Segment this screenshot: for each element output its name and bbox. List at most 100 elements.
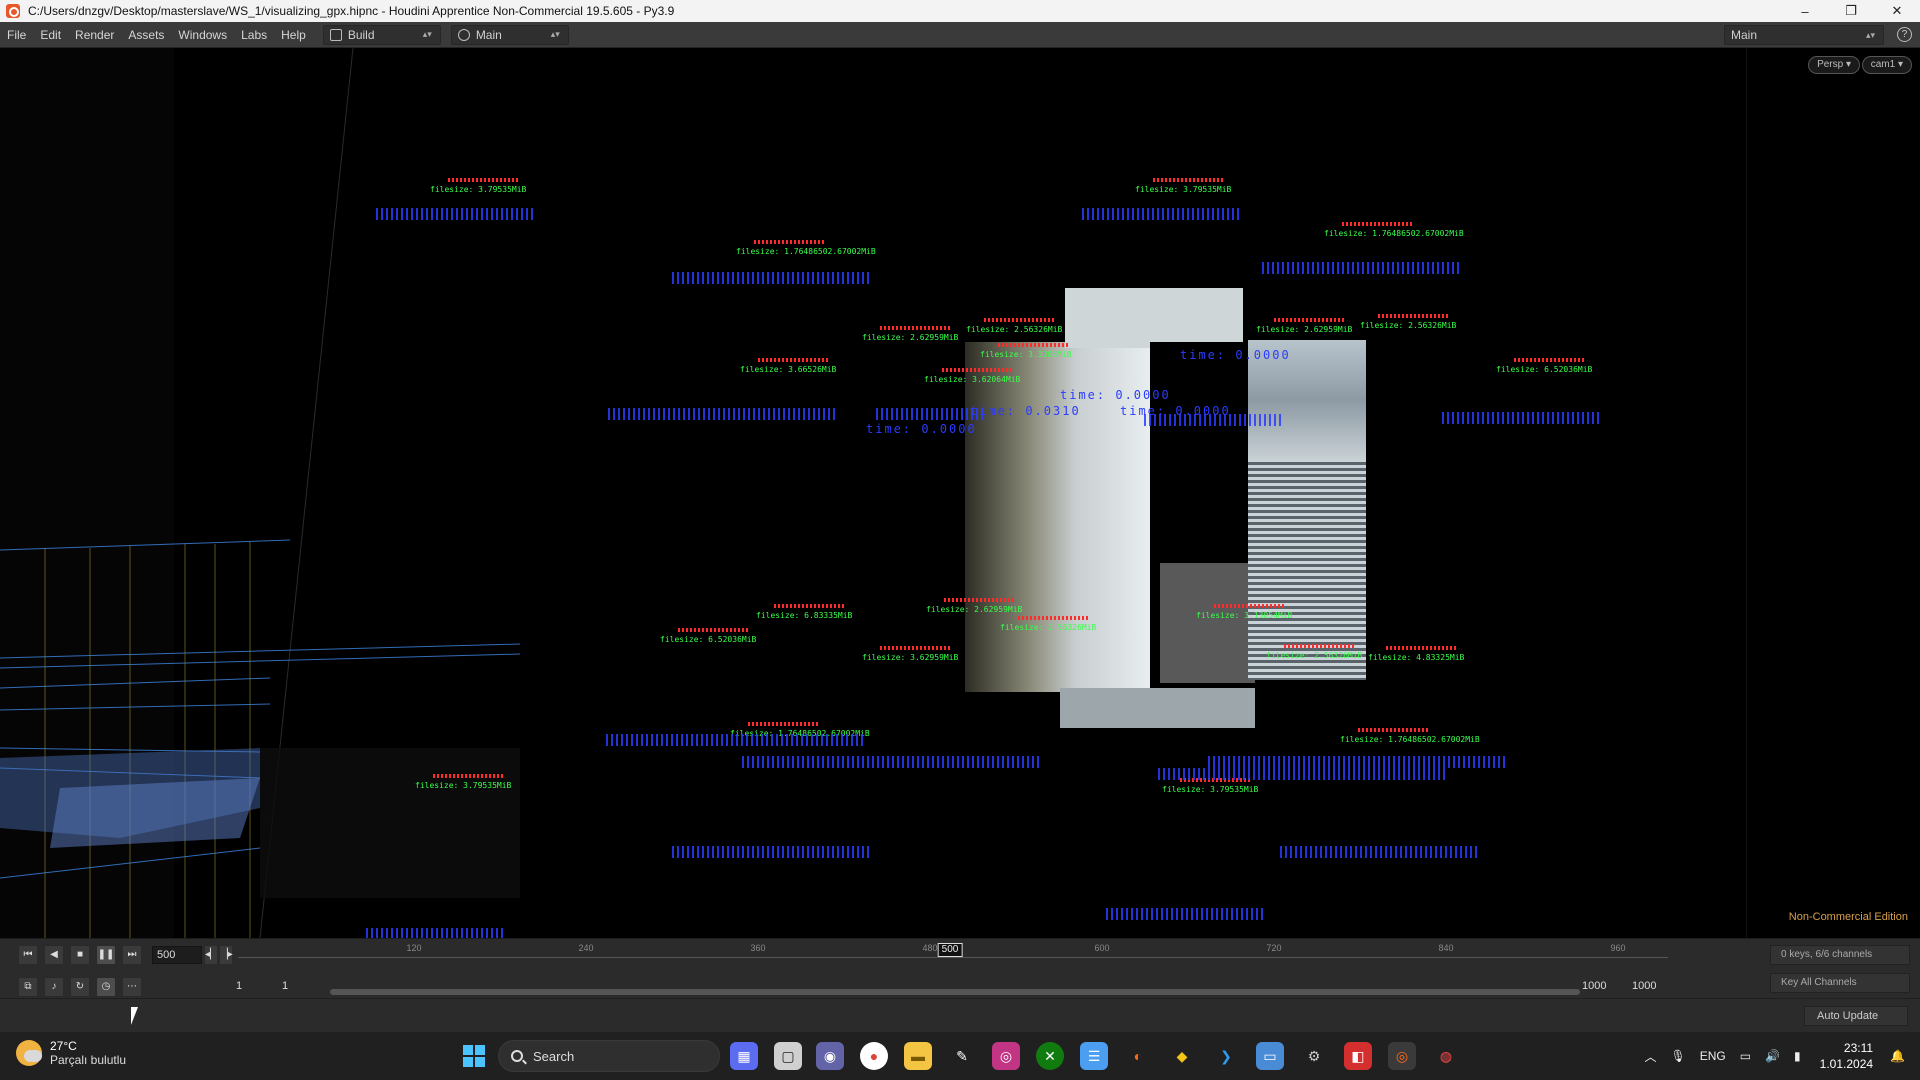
stop-button[interactable]: ■ <box>70 945 90 965</box>
current-frame-field[interactable]: 500 <box>152 946 202 964</box>
filesize-label: filesize: 2.56326MiB <box>1360 314 1456 330</box>
shelf-main-select[interactable]: Main ▴▾ <box>1724 25 1884 45</box>
settings-icon[interactable]: ⚙ <box>1300 1042 1328 1070</box>
file-explorer-icon[interactable]: ▬ <box>904 1042 932 1070</box>
windows-start-icon[interactable] <box>460 1042 488 1070</box>
battery-icon[interactable]: ▮ <box>1794 1049 1801 1063</box>
clock-icon[interactable]: ◷ <box>96 977 116 997</box>
chevron-up-icon[interactable]: ︿ <box>1644 1048 1656 1065</box>
close-button[interactable]: ✕ <box>1874 0 1920 22</box>
frame-range-slider[interactable] <box>330 989 1580 995</box>
search-icon <box>511 1050 523 1062</box>
app-icon[interactable]: ◍ <box>1432 1042 1460 1070</box>
xbox-icon[interactable]: ✕ <box>1036 1042 1064 1070</box>
weather-widget[interactable]: 27°C Parçalı bulutlu <box>16 1039 126 1067</box>
filesize-text: filesize: 3.62959MiB <box>862 653 959 662</box>
filesize-text: filesize: 4.83325MiB <box>1368 653 1465 662</box>
filesize-text: filesize: 2.56326MiB <box>966 325 1063 334</box>
step-back-button[interactable]: ◂▏ <box>204 945 218 965</box>
timeline-tick-label: 360 <box>750 943 766 953</box>
key-all-channels-button[interactable]: Key All Channels <box>1770 973 1910 993</box>
filesize-text: filesize: 3.79535MiB <box>415 781 512 790</box>
menu-file[interactable]: File <box>0 22 33 48</box>
clock-time: 23:11 <box>1843 1041 1874 1055</box>
menu-help[interactable]: Help <box>274 22 313 48</box>
network-icon[interactable]: ▭ <box>1740 1049 1751 1063</box>
vscode-icon[interactable]: ❯ <box>1212 1042 1240 1070</box>
start-range-field[interactable]: 1 <box>278 978 318 996</box>
filesize-text: filesize: 2.62959MiB <box>1256 325 1353 334</box>
filesize-label: filesize: 3.3205MiB <box>980 343 1072 359</box>
language-indicator[interactable]: ENG <box>1700 1049 1726 1063</box>
timeline-cursor[interactable]: 500 <box>937 943 963 957</box>
keys-channels-info[interactable]: 0 keys, 6/6 channels <box>1770 945 1910 965</box>
filesize-text: filesize: 1.76486502.67002MiB <box>736 247 876 256</box>
desktop-main-select[interactable]: Main ▴▾ <box>450 24 569 45</box>
label-red-bar <box>758 358 828 362</box>
realtime-toggle-icon[interactable]: ⧉ <box>18 977 38 997</box>
filesize-label: filesize: 4.83325MiB <box>1368 646 1464 662</box>
timeline[interactable]: 120 240 360 480 600 720 840 960 500 <box>238 943 1668 969</box>
weather-condition: Parçalı bulutlu <box>50 1053 127 1067</box>
houdini-app-icon[interactable] <box>6 4 20 18</box>
first-frame-button[interactable]: ⏮ <box>18 945 38 965</box>
taskbar-search[interactable]: Search <box>498 1040 720 1072</box>
start-frame-field[interactable]: 1 <box>232 978 272 996</box>
blue-trace <box>1158 768 1448 780</box>
blue-trace <box>608 408 838 420</box>
label-overlay: filesize: 3.79535MiB filesize: 3.79535MiB… <box>0 48 1746 940</box>
notepad-icon[interactable]: ☰ <box>1080 1042 1108 1070</box>
menu-assets[interactable]: Assets <box>121 22 171 48</box>
taskbar-clock[interactable]: 23:11 1.01.2024 <box>1820 1040 1873 1072</box>
end-range-field[interactable]: 1000 <box>1578 978 1622 996</box>
persp-menu[interactable]: Persp ▾ <box>1808 56 1860 74</box>
pause-button[interactable]: ❚❚ <box>96 945 116 965</box>
label-red-bar <box>1274 318 1344 322</box>
camera-menu[interactable]: cam1 ▾ <box>1861 56 1912 74</box>
play-reverse-button[interactable]: ◀ <box>44 945 64 965</box>
volume-icon[interactable]: 🔊 <box>1765 1049 1780 1063</box>
blue-trace <box>672 272 872 284</box>
audio-icon[interactable]: ♪ <box>44 977 64 997</box>
last-frame-button[interactable]: ⏭ <box>122 945 142 965</box>
help-icon[interactable]: ? <box>1897 27 1912 42</box>
auto-update-menu[interactable]: Auto Update <box>1804 1006 1908 1026</box>
label-red-bar <box>1153 178 1223 182</box>
menu-windows[interactable]: Windows <box>171 22 234 48</box>
maximize-button[interactable]: ❐ <box>1828 0 1874 22</box>
widgets-icon[interactable]: ▦ <box>730 1042 758 1070</box>
minimize-button[interactable]: – <box>1782 0 1828 22</box>
end-frame-field[interactable]: 1000 <box>1628 978 1672 996</box>
inkscape-icon[interactable]: ✎ <box>948 1042 976 1070</box>
timeline-tick-label: 840 <box>1438 943 1454 953</box>
menu-edit[interactable]: Edit <box>33 22 68 48</box>
filesize-label: filesize: 2.62959MiB <box>1256 318 1352 334</box>
remote-desktop-icon[interactable]: ▭ <box>1256 1042 1284 1070</box>
task-view-icon[interactable]: ▢ <box>774 1042 802 1070</box>
teams-icon[interactable]: ◉ <box>816 1042 844 1070</box>
keys-icon[interactable]: ⋯ <box>122 977 142 997</box>
step-forward-button[interactable]: ▕▸ <box>219 945 233 965</box>
menu-labs[interactable]: Labs <box>234 22 274 48</box>
git-icon[interactable]: ◆ <box>1168 1042 1196 1070</box>
filesize-label: filesize: 1.76486502.67002MiB <box>1324 222 1464 238</box>
loop-icon[interactable]: ↻ <box>70 977 90 997</box>
filesize-label: filesize: 2.56326MiB <box>1000 616 1096 632</box>
timeline-track <box>238 957 1668 958</box>
filesize-text: filesize: 6.52036MiB <box>660 635 757 644</box>
menu-render[interactable]: Render <box>68 22 121 48</box>
label-red-bar <box>1358 728 1428 732</box>
houdini-launcher-icon[interactable]: ◐ <box>1124 1042 1152 1070</box>
acrobat-icon[interactable]: ◧ <box>1344 1042 1372 1070</box>
search-label: Search <box>533 1048 575 1064</box>
desktop-build-select[interactable]: Build ▴▾ <box>322 24 441 45</box>
notifications-icon[interactable]: 🔔 <box>1890 1049 1905 1063</box>
filesize-label: filesize: 3.79535MiB <box>430 178 526 194</box>
timeline-tick-label: 600 <box>1094 943 1110 953</box>
instagram-icon[interactable]: ◎ <box>992 1042 1020 1070</box>
chrome-icon[interactable]: ● <box>860 1042 888 1070</box>
houdini-taskbar-icon[interactable]: ◎ <box>1388 1042 1416 1070</box>
microphone-icon[interactable]: 🎙 <box>1671 1049 1686 1063</box>
blue-trace <box>1208 756 1508 768</box>
time-label: time: 0.0000 <box>1180 348 1291 362</box>
